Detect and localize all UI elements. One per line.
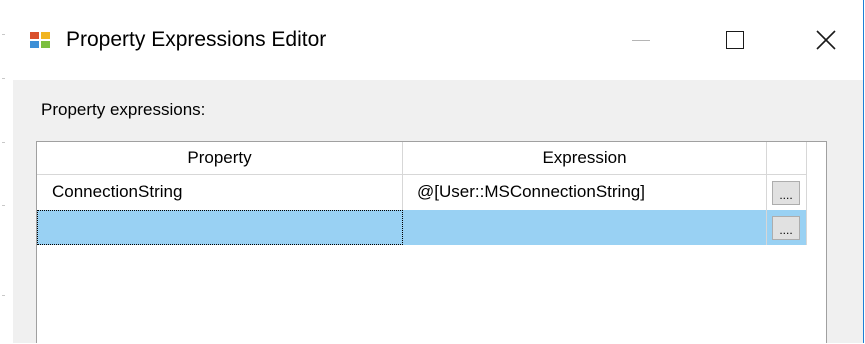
window-title: Property Expressions Editor	[66, 28, 327, 51]
expression-cell[interactable]: @[User::MSConnectionString]	[403, 175, 767, 210]
selected-ellipsis-button-cell: ....	[767, 210, 807, 245]
property-expressions-label: Property expressions:	[41, 100, 206, 119]
grid-empty-area	[37, 245, 826, 344]
column-header-property[interactable]: Property	[37, 142, 403, 175]
selected-property-cell[interactable]	[37, 210, 403, 245]
close-button[interactable]	[803, 18, 849, 62]
left-window-edge	[0, 0, 13, 343]
property-expressions-editor-window: Property Expressions Editor Property exp…	[0, 0, 864, 344]
minimize-button[interactable]	[618, 18, 664, 62]
title-bar[interactable]: Property Expressions Editor	[0, 0, 863, 80]
app-icon	[30, 32, 52, 50]
maximize-button[interactable]	[712, 18, 758, 62]
expression-builder-button[interactable]: ....	[772, 216, 800, 240]
property-cell[interactable]: ConnectionString	[37, 175, 403, 210]
expression-builder-button[interactable]: ....	[772, 181, 800, 205]
ellipsis-button-cell: ....	[767, 175, 807, 210]
close-icon	[816, 30, 836, 50]
column-header-expression[interactable]: Expression	[403, 142, 767, 175]
selected-expression-cell[interactable]	[403, 210, 767, 245]
column-header-button	[767, 142, 807, 175]
dialog-content: Property expressions: Property Expressio…	[13, 80, 863, 344]
property-expressions-grid[interactable]: Property Expression ConnectionString @[U…	[36, 141, 827, 344]
